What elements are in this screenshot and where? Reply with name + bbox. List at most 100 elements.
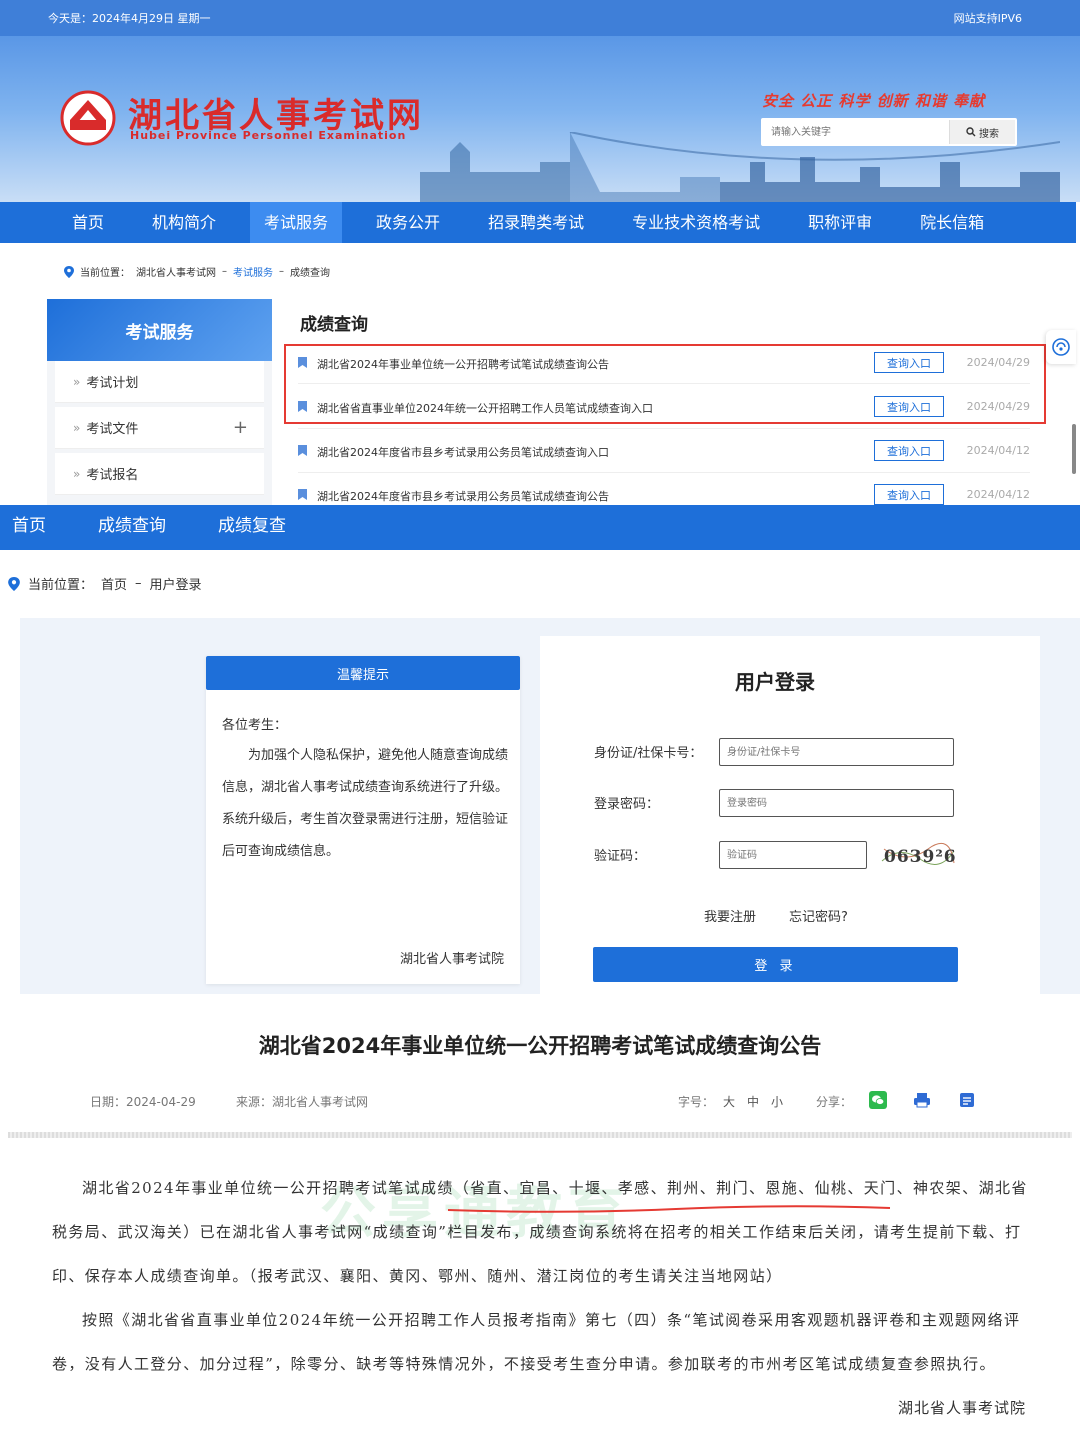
sidebar-item-exam-plan[interactable]: » 考试计划	[55, 361, 264, 403]
query-entry-button[interactable]: 查询入口	[874, 484, 944, 505]
notice-row[interactable]: 湖北省2024年事业单位统一公开招聘考试笔试成绩查询公告 查询入口 2024/0…	[298, 348, 1030, 378]
notice-title[interactable]: 湖北省2024年度省市县乡考试录用公务员笔试成绩查询入口	[317, 444, 609, 460]
site-search: 搜索	[761, 118, 1017, 146]
site-logo-subtitle: Hubei Province Personnel Examination	[130, 129, 407, 142]
notice-row[interactable]: 湖北省2024年度省市县乡考试录用公务员笔试成绩查询入口 查询入口 2024/0…	[298, 436, 1030, 466]
register-link[interactable]: 我要注册	[704, 906, 756, 925]
nav2-score-review[interactable]: 成绩复查	[206, 505, 298, 550]
font-size-large[interactable]: 大	[723, 1093, 735, 1110]
tip-greeting: 各位考生：	[222, 718, 288, 733]
breadcrumb: 当前位置： 湖北省人事考试网 – 考试服务 – 成绩查询	[64, 264, 330, 279]
scrollbar-thumb[interactable]	[1072, 424, 1076, 474]
login-button[interactable]: 登 录	[593, 947, 958, 982]
breadcrumb-item-home[interactable]: 湖北省人事考试网	[136, 264, 216, 279]
hbpta-logo-icon	[60, 90, 116, 146]
nav-home[interactable]: 首页	[58, 202, 118, 243]
nav-about[interactable]: 机构简介	[138, 202, 230, 243]
bookmark-icon[interactable]	[958, 1091, 976, 1109]
font-size-small[interactable]: 小	[771, 1093, 783, 1110]
score-system-navigation: 首页 成绩查询 成绩复查	[0, 505, 1080, 550]
article-paragraph-1: 湖北省2024年事业单位统一公开招聘考试笔试成绩（省直、宜昌、十堰、孝感、荆州、…	[52, 1179, 1028, 1285]
id-number-input[interactable]	[719, 738, 954, 766]
main-navigation: 首页 机构简介 考试服务 政务公开 招录聘类考试 专业技术资格考试 职称评审 院…	[0, 202, 1076, 243]
search-button-label: 搜索	[979, 128, 999, 140]
nav-title-evaluation[interactable]: 职称评审	[794, 202, 886, 243]
row-divider	[298, 472, 1030, 473]
notice-row[interactable]: 湖北省省直事业单位2024年统一公开招聘工作人员笔试成绩查询入口 查询入口 20…	[298, 392, 1030, 422]
floating-tool-button[interactable]	[1046, 330, 1076, 364]
article-signature: 湖北省人事考试院	[897, 1399, 1026, 1417]
svg-text:0639²6: 0639²6	[884, 847, 956, 867]
bookmark-icon	[298, 445, 307, 456]
tip-header: 温馨提示	[206, 656, 520, 690]
captcha-input[interactable]	[719, 841, 867, 869]
nav2-score-query[interactable]: 成绩查询	[86, 505, 178, 550]
row-divider	[298, 383, 1030, 384]
breadcrumb-separator: –	[279, 266, 284, 277]
print-icon[interactable]	[913, 1091, 931, 1109]
sidebar-item-label: 考试报名	[86, 468, 139, 483]
ipv6-badge: 网站支持IPV6	[953, 12, 1022, 25]
notice-date: 2024/04/12	[966, 444, 1030, 457]
sidebar-title: 考试服务	[47, 299, 272, 361]
breadcrumb-item-exam-service[interactable]: 考试服务	[233, 264, 273, 279]
bookmark-icon	[298, 401, 307, 412]
sidebar-item-label: 考试计划	[86, 376, 139, 391]
current-date: 今天是：2024年4月29日 星期一	[48, 12, 211, 25]
nav-exam-service[interactable]: 考试服务	[250, 202, 343, 243]
breadcrumb-separator: –	[222, 266, 227, 277]
wechat-icon[interactable]	[869, 1091, 887, 1109]
nav2-home[interactable]: 首页	[0, 505, 58, 550]
nav-recruitment-exams[interactable]: 招录聘类考试	[474, 202, 598, 243]
breadcrumb-label: 当前位置：	[28, 578, 94, 593]
bookmark-icon	[298, 357, 307, 368]
sidebar: 考试服务 » 考试计划 » 考试文件 + » 考试报名	[47, 299, 272, 505]
double-chevron-icon: »	[73, 420, 81, 435]
query-entry-button[interactable]: 查询入口	[874, 396, 944, 417]
sidebar-item-exam-documents[interactable]: » 考试文件 +	[55, 407, 264, 449]
share-label: 分享：	[816, 1095, 853, 1109]
notice-date: 2024/04/29	[966, 356, 1030, 369]
double-chevron-icon: »	[73, 466, 81, 481]
notice-date: 2024/04/12	[966, 488, 1030, 501]
site-slogan: 安全 公正 科学 创新 和谐 奉献	[762, 92, 986, 110]
location-pin-icon	[8, 576, 20, 591]
search-icon	[966, 127, 976, 137]
id-label: 身份证/社保卡号：	[594, 746, 703, 761]
query-entry-button[interactable]: 查询入口	[874, 352, 944, 373]
article-title: 湖北省2024年事业单位统一公开招聘考试笔试成绩查询公告	[258, 1034, 822, 1058]
search-input[interactable]	[761, 118, 949, 146]
accessibility-icon	[1052, 338, 1070, 356]
nav-government-affairs[interactable]: 政务公开	[362, 202, 454, 243]
article-source: 来源：湖北省人事考试网	[236, 1095, 369, 1109]
nav-professional-qualification[interactable]: 专业技术资格考试	[618, 202, 774, 243]
query-entry-button[interactable]: 查询入口	[874, 440, 944, 461]
tip-card: 温馨提示 各位考生： 为加强个人隐私保护，避免他人随意查询成绩信息，湖北省人事考…	[206, 656, 520, 984]
font-size-medium[interactable]: 中	[747, 1093, 759, 1110]
captcha-image[interactable]: 0639²6	[880, 841, 956, 869]
nav-director-mailbox[interactable]: 院长信箱	[906, 202, 998, 243]
location-pin-icon	[64, 265, 74, 278]
expand-icon[interactable]: +	[233, 417, 248, 438]
double-chevron-icon: »	[73, 374, 81, 389]
site-banner: 湖北省人事考试网 Hubei Province Personnel Examin…	[0, 36, 1080, 202]
password-input[interactable]	[719, 789, 954, 817]
login-title: 用户登录	[735, 670, 815, 694]
search-button[interactable]: 搜索	[949, 120, 1015, 144]
article-divider	[8, 1132, 1072, 1138]
notice-title[interactable]: 湖北省2024年度省市县乡考试录用公务员笔试成绩查询公告	[317, 488, 609, 504]
breadcrumb-item-current: 成绩查询	[290, 268, 330, 279]
breadcrumb-item-current: 用户登录	[149, 578, 202, 593]
bookmark-icon	[298, 489, 307, 500]
notice-title[interactable]: 湖北省2024年事业单位统一公开招聘考试笔试成绩查询公告	[317, 356, 609, 372]
breadcrumb-item-home[interactable]: 首页	[101, 574, 127, 593]
breadcrumb-label: 当前位置：	[80, 268, 130, 279]
sidebar-item-label: 考试文件	[86, 422, 139, 437]
tip-body: 为加强个人隐私保护，避免他人随意查询成绩信息，湖北省人事考试成绩查询系统进行了升…	[222, 748, 509, 859]
sidebar-item-exam-registration[interactable]: » 考试报名	[55, 453, 264, 495]
captcha-label: 验证码：	[594, 849, 647, 864]
article-paragraph-2: 按照《湖北省省直事业单位2024年统一公开招聘工作人员报考指南》第七（四）条“笔…	[52, 1311, 1021, 1373]
forgot-password-link[interactable]: 忘记密码?	[789, 906, 848, 925]
section-title: 成绩查询	[300, 315, 368, 335]
notice-title[interactable]: 湖北省省直事业单位2024年统一公开招聘工作人员笔试成绩查询入口	[317, 400, 653, 416]
